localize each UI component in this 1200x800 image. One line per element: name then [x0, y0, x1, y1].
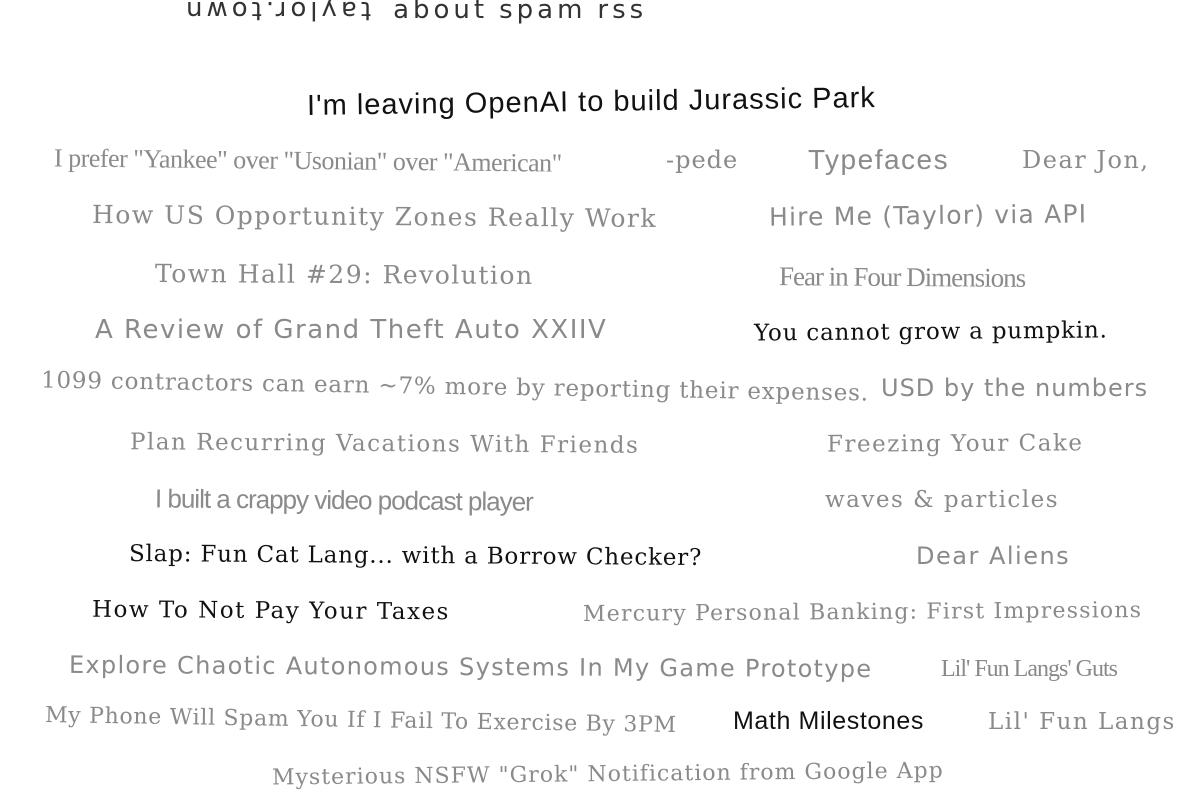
top-nav: taylor.town about spam rss	[182, 0, 647, 25]
post-link-taxes[interactable]: How To Not Pay Your Taxes	[92, 597, 450, 626]
post-link-slap-lang[interactable]: Slap: Fun Cat Lang... with a Borrow Chec…	[129, 541, 702, 571]
post-link-hire-me[interactable]: Hire Me (Taylor) via API	[769, 199, 1088, 232]
post-link-math-milestones[interactable]: Math Milestones	[733, 707, 924, 736]
post-link-opportunity-zones[interactable]: How US Opportunity Zones Really Work	[92, 200, 657, 234]
post-link-1099-contractors[interactable]: 1099 contractors can earn ~7% more by re…	[41, 367, 869, 406]
post-link-town-hall[interactable]: Town Hall #29: Revolution	[155, 259, 534, 291]
post-link-podcast-player[interactable]: I built a crappy video podcast player	[155, 483, 533, 517]
post-link-fun-langs[interactable]: Lil' Fun Langs	[988, 709, 1176, 735]
nav-rss-link[interactable]: rss	[597, 0, 647, 25]
post-link-pede[interactable]: -pede	[666, 146, 738, 175]
site-brand-link[interactable]: taylor.town	[182, 0, 371, 25]
post-link-waves-particles[interactable]: waves & particles	[825, 487, 1059, 513]
post-link-four-dimensions[interactable]: Fear in Four Dimensions	[779, 261, 1025, 294]
post-link-usd-numbers[interactable]: USD by the numbers	[881, 374, 1148, 403]
nav-about-link[interactable]: about	[393, 0, 488, 25]
post-link-dear-aliens[interactable]: Dear Aliens	[916, 542, 1070, 571]
post-link-chaotic-systems[interactable]: Explore Chaotic Autonomous Systems In My…	[69, 651, 873, 684]
post-link-dear-jon[interactable]: Dear Jon,	[1022, 146, 1150, 175]
page: { "nav": { "brand": "taylor.town", "abou…	[0, 0, 1200, 800]
nav-spam-link[interactable]: spam	[499, 0, 586, 25]
post-link-grok-notification[interactable]: Mysterious NSFW "Grok" Notification from…	[272, 758, 944, 790]
post-link-freezing-cake[interactable]: Freezing Your Cake	[827, 430, 1084, 458]
post-link-fun-langs-guts[interactable]: Lil' Fun Langs' Guts	[941, 656, 1118, 684]
post-link-vacations[interactable]: Plan Recurring Vacations With Friends	[130, 429, 640, 459]
post-link-gta-review[interactable]: A Review of Grand Theft Auto XXIIV	[95, 315, 607, 346]
post-link-phone-spam[interactable]: My Phone Will Spam You If I Fail To Exer…	[45, 703, 677, 738]
post-link-yankee[interactable]: I prefer "Yankee" over "Usonian" over "A…	[54, 143, 562, 178]
post-link-pumpkin[interactable]: You cannot grow a pumpkin.	[754, 317, 1108, 347]
post-link-typefaces[interactable]: Typefaces	[808, 144, 949, 176]
post-link-jurassic-park[interactable]: I'm leaving OpenAI to build Jurassic Par…	[307, 82, 876, 123]
post-link-mercury-banking[interactable]: Mercury Personal Banking: First Impressi…	[583, 598, 1142, 627]
